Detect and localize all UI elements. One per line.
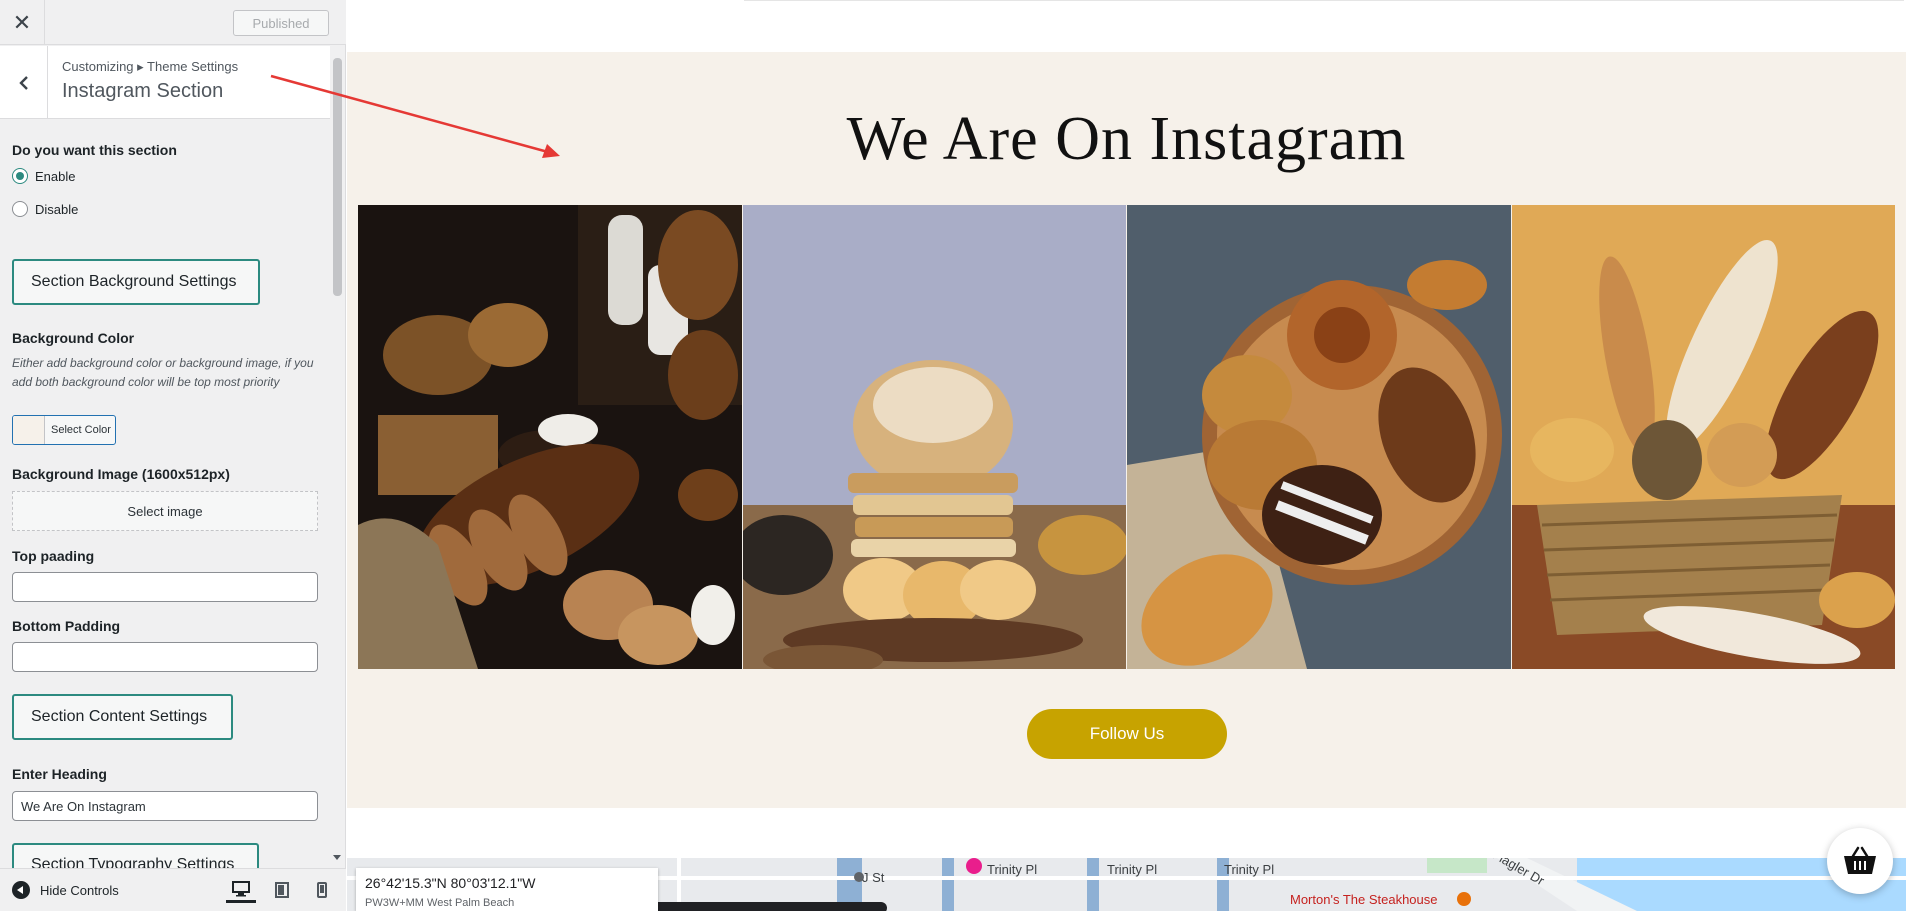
select-color-button[interactable]: Select Color	[12, 415, 116, 445]
heading-input[interactable]	[12, 791, 318, 821]
map-coordinates: 26°42'15.3"N 80°03'12.1"W	[365, 875, 536, 891]
background-color-label: Background Color	[12, 330, 135, 346]
follow-us-button[interactable]: Follow Us	[1027, 709, 1227, 759]
section-header: Customizing ▸ Theme Settings Instagram S…	[0, 46, 330, 119]
bread-board-image	[358, 205, 742, 669]
select-image-button[interactable]: Select image	[12, 491, 318, 531]
customizer-panel: ✕ Published Customizing ▸ Theme Settings…	[0, 0, 346, 911]
background-color-description: Either add background color or backgroun…	[12, 356, 314, 389]
divider	[744, 0, 1904, 1]
map-label-trinity-pl-2: Trinity Pl	[1107, 862, 1158, 877]
shopping-basket-icon	[1844, 846, 1876, 874]
instagram-section: We Are On Instagram Follow Us	[347, 52, 1906, 808]
map-label-j-st: J St	[862, 870, 885, 885]
map-label-trinity-pl-1: Trinity Pl	[987, 862, 1038, 877]
breadcrumb: Customizing ▸ Theme Settings	[62, 59, 239, 74]
chevron-left-icon	[18, 75, 28, 90]
background-image-label: Background Image (1600x512px)	[12, 466, 230, 482]
desktop-icon	[232, 880, 250, 896]
enter-heading-label: Enter Heading	[12, 766, 107, 782]
bread-basket-image	[1511, 205, 1895, 669]
map-info-card: 26°42'15.3"N 80°03'12.1"W PW3W+MM West P…	[356, 868, 658, 911]
section-toggle-label: Do you want this section	[12, 142, 177, 158]
bottom-padding-input[interactable]	[12, 642, 318, 672]
gallery-image-bread-basket[interactable]	[1511, 205, 1895, 669]
disable-radio[interactable]: Disable	[12, 201, 78, 217]
cart-button[interactable]	[1827, 828, 1893, 894]
gallery-image-pastries[interactable]	[1127, 205, 1512, 669]
bread-stack-image	[742, 205, 1127, 669]
gallery-image-bread-stack[interactable]	[742, 205, 1127, 669]
bottom-padding-label: Bottom Padding	[12, 618, 121, 634]
instagram-gallery	[358, 205, 1895, 669]
enable-radio[interactable]: Enable	[12, 168, 75, 184]
panel-scrollbar-thumb[interactable]	[333, 58, 342, 296]
color-swatch	[13, 416, 45, 444]
tablet-icon	[275, 882, 289, 898]
top-padding-label: Top paading	[12, 548, 95, 564]
tablet-preview-button[interactable]	[267, 877, 297, 903]
top-padding-input[interactable]	[12, 572, 318, 602]
enable-radio-label: Enable	[35, 168, 76, 184]
radio-unchecked-icon	[12, 201, 28, 217]
mobile-icon	[317, 882, 327, 898]
collapse-icon	[12, 881, 30, 899]
section-content-settings-button[interactable]: Section Content Settings	[12, 694, 233, 740]
back-button[interactable]	[0, 46, 48, 119]
section-background-settings-button[interactable]: Section Background Settings	[12, 259, 260, 305]
map-label-trinity-pl-3: Trinity Pl	[1224, 862, 1275, 877]
mobile-preview-button[interactable]	[307, 877, 337, 903]
hide-controls-label: Hide Controls	[40, 882, 119, 898]
gallery-image-bread-board[interactable]	[358, 205, 743, 669]
section-title: Instagram Section	[62, 80, 224, 102]
disable-radio-label: Disable	[35, 201, 79, 217]
select-color-label: Select Color	[51, 424, 111, 436]
site-preview: We Are On Instagram Follow Us J St Trini…	[347, 0, 1906, 911]
desktop-preview-button[interactable]	[226, 877, 256, 903]
scroll-down-arrow-icon[interactable]	[333, 855, 341, 860]
instagram-heading: We Are On Instagram	[846, 105, 1407, 173]
hide-controls-button[interactable]: Hide Controls	[12, 881, 119, 899]
map-label-mortons: Morton's The Steakhouse	[1290, 892, 1438, 907]
close-customizer-button[interactable]: ✕	[0, 0, 45, 45]
published-button[interactable]: Published	[233, 10, 329, 36]
map-plus-code: PW3W+MM West Palm Beach	[365, 897, 515, 909]
radio-checked-icon	[12, 168, 28, 184]
pastries-image	[1127, 205, 1511, 669]
customizer-footer: Hide Controls	[0, 868, 346, 911]
location-map[interactable]: J St Trinity Pl Trinity Pl Trinity Pl Mo…	[347, 858, 1906, 911]
customizer-topbar: ✕ Published	[0, 0, 346, 45]
